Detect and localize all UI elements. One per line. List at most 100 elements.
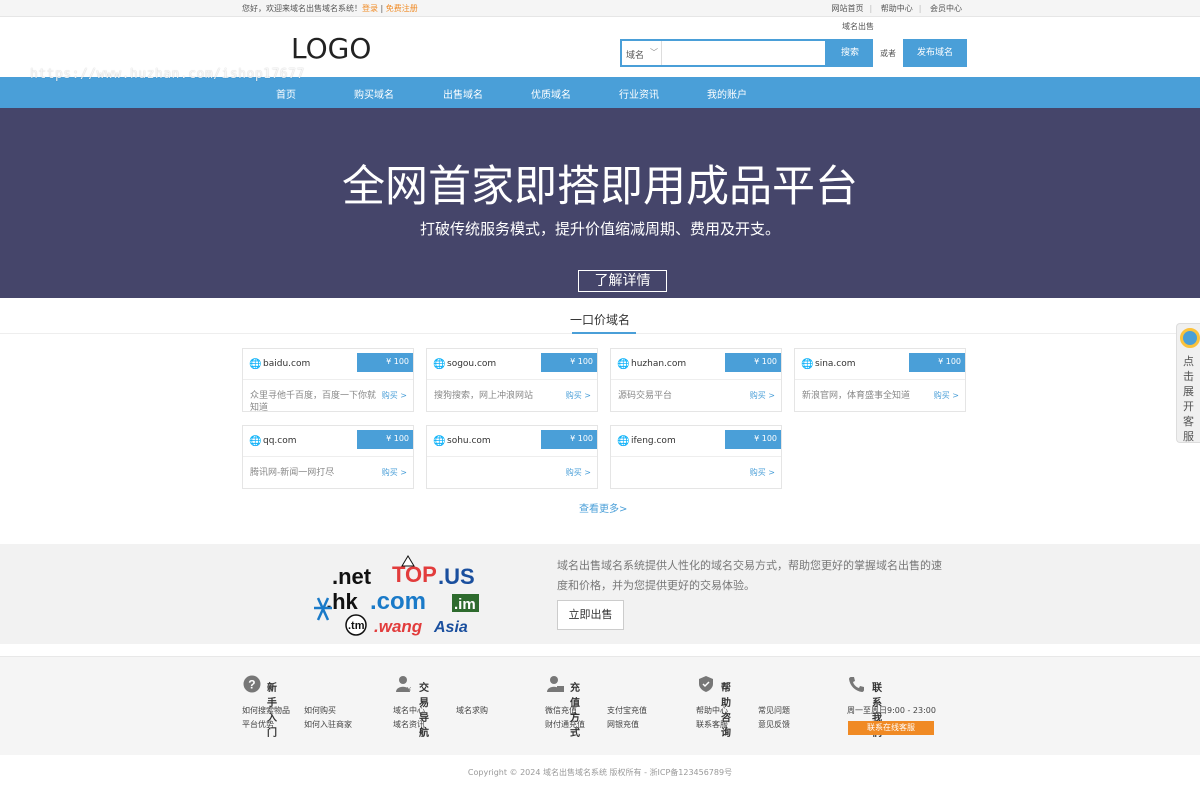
footer-link[interactable]: 域名资讯	[393, 719, 425, 730]
title-underline	[572, 332, 636, 334]
domain-card[interactable]: 🌐 ifeng.com ¥ 100 购买 >	[610, 425, 782, 489]
globe-icon: 🌐	[433, 359, 446, 370]
buy-link[interactable]: 购买 >	[566, 467, 591, 478]
footer: ? 新手入门 如何搜索物品 如何购买 平台优势 如何入驻商家 ¥ 交易导航 域名…	[0, 656, 1200, 755]
tld-asia: Asia	[433, 619, 468, 636]
business-hours: 周一至周日9:00 - 23:00	[847, 706, 936, 715]
footer-link[interactable]: 常见问题	[758, 705, 790, 716]
footer-link[interactable]: 意见反馈	[758, 719, 790, 730]
buy-link[interactable]: 购买 >	[382, 467, 407, 478]
domain-name[interactable]: huzhan.com	[631, 359, 686, 369]
nav-item-my-account[interactable]: 我的账户	[707, 86, 747, 101]
domain-card[interactable]: 🌐 huzhan.com ¥ 100 源码交易平台 购买 >	[610, 348, 782, 412]
domain-sale-tag[interactable]: 域名出售	[842, 21, 874, 32]
logo[interactable]: LOGO	[291, 32, 371, 65]
domain-name[interactable]: sina.com	[815, 359, 856, 369]
domain-desc: 腾讯网-新闻一网打尽	[250, 468, 335, 478]
copyright: Copyright © 2024 域名出售域名系统 版权所有 - 浙ICP备12…	[467, 768, 733, 777]
domain-name[interactable]: ifeng.com	[631, 436, 676, 446]
banner-subtitle: 打破传统服务模式，提升价值缩减周期、费用及开支。	[419, 220, 780, 238]
search-button[interactable]: 搜索	[827, 39, 873, 67]
globe-icon: 🌐	[617, 436, 630, 447]
tld-us: .US	[438, 564, 475, 589]
or-text: 或者	[880, 49, 896, 58]
header: LOGO 域名出售 域名 ﹀ 搜索 或者 发布域名 https://www.hu…	[0, 17, 1200, 82]
buy-link[interactable]: 购买 >	[750, 390, 775, 401]
member-center-link[interactable]: 会员中心	[930, 4, 962, 13]
domain-desc: 众里寻他千百度，百度一下你就知道	[250, 391, 377, 413]
footer-link[interactable]: 网银充值	[607, 719, 639, 730]
mountain-icon	[401, 555, 415, 567]
help-center-link[interactable]: 帮助中心	[881, 4, 913, 13]
footer-link[interactable]: 微信充值	[545, 705, 577, 716]
domain-name[interactable]: qq.com	[263, 436, 297, 446]
user-icon: ¥	[396, 676, 411, 693]
sell-now-button[interactable]: 立即出售	[557, 600, 624, 630]
domain-card[interactable]: 🌐 sohu.com ¥ 100 购买 >	[426, 425, 598, 489]
question-icon: ?	[243, 675, 261, 693]
domain-card[interactable]: 🌐 baidu.com ¥ 100 众里寻他千百度，百度一下你就知道 购买 >	[242, 348, 414, 413]
view-more-link[interactable]: 查看更多>	[579, 500, 627, 515]
domain-card[interactable]: 🌐 sina.com ¥ 100 新浪官网，体育盛事全知道 购买 >	[794, 348, 966, 412]
welcome-text: 您好，欢迎来域名出售域名系统！登录 | 免费注册	[242, 3, 418, 14]
domain-name[interactable]: baidu.com	[263, 359, 310, 369]
footer-link[interactable]: 如何入驻商家	[304, 719, 352, 730]
svg-text:?: ?	[248, 677, 255, 691]
nav-item-buy-domain[interactable]: 购买域名	[354, 86, 394, 101]
hero-banner: 全网首家即搭即用成品平台 打破传统服务模式，提升价值缩减周期、费用及开支。 了解…	[0, 108, 1200, 298]
buy-link[interactable]: 购买 >	[382, 390, 407, 401]
search-input[interactable]	[663, 41, 825, 65]
domain-card[interactable]: 🌐 sogou.com ¥ 100 搜狗搜索，网上冲浪网站 购买 >	[426, 348, 598, 412]
footer-link[interactable]: 域名求购	[456, 705, 488, 716]
price-badge: ¥ 100	[357, 353, 413, 372]
buy-link[interactable]: 购买 >	[934, 390, 959, 401]
top-bar: 您好，欢迎来域名出售域名系统！登录 | 免费注册 网站首页 | 帮助中心 | 会员中…	[0, 0, 1200, 17]
tld-hk: .hk	[326, 589, 359, 614]
footer-link[interactable]: 帮助中心	[696, 705, 728, 716]
separator: |	[378, 4, 386, 13]
chat-icon	[1180, 328, 1200, 348]
globe-icon: 🌐	[433, 436, 446, 447]
price-badge: ¥ 100	[725, 353, 781, 372]
nav-item-industry-news[interactable]: 行业资讯	[619, 86, 659, 101]
tld-tm: .tm	[348, 620, 365, 632]
promo-text: 域名出售域名系统提供人性化的域名交易方式，帮助您更好的掌握域名出售的速度和价格，…	[557, 559, 942, 592]
publish-domain-button[interactable]: 发布域名	[903, 39, 967, 67]
tld-com: .com	[370, 588, 426, 615]
domain-desc: 源码交易平台	[618, 391, 673, 401]
buy-link[interactable]: 购买 >	[750, 467, 775, 478]
domain-name[interactable]: sohu.com	[447, 436, 491, 446]
search-box: 域名 ﹀	[620, 39, 827, 67]
nav-item-sell-domain[interactable]: 出售域名	[443, 86, 483, 101]
banner-title: 全网首家即搭即用成品平台	[342, 162, 858, 212]
register-link[interactable]: 免费注册	[386, 4, 418, 13]
footer-link[interactable]: 如何搜索物品	[242, 705, 290, 716]
buy-link[interactable]: 购买 >	[566, 390, 591, 401]
footer-link[interactable]: 平台优势	[242, 719, 274, 730]
domain-card[interactable]: 🌐 qq.com ¥ 100 腾讯网-新闻一网打尽 购买 >	[242, 425, 414, 489]
service-label: 点击展开客服	[1183, 355, 1194, 443]
learn-more-button[interactable]: 了解详情	[578, 270, 667, 292]
tld-illustration: .net TOP .US .hk .com .im .tm .wang Asia	[314, 555, 479, 636]
svg-text:¥: ¥	[407, 687, 411, 693]
domain-name[interactable]: sogou.com	[447, 359, 496, 369]
online-support-button[interactable]: 联系在线客服	[848, 721, 934, 735]
welcome-message: 您好，欢迎来域名出售域名系统！	[242, 4, 362, 13]
price-badge: ¥ 100	[541, 353, 597, 372]
footer-link[interactable]: 域名中心	[393, 705, 425, 716]
footer-link[interactable]: 如何购买	[304, 705, 336, 716]
footer-link[interactable]: 支付宝充值	[607, 705, 647, 716]
footer-link[interactable]: 财付通充值	[545, 719, 585, 730]
home-link[interactable]: 网站首页	[832, 4, 864, 13]
search-type-select[interactable]: 域名 ﹀	[622, 41, 662, 65]
tld-wang: .wang	[374, 617, 423, 636]
user-pay-icon	[547, 676, 564, 692]
nav-item-home[interactable]: 首页	[276, 86, 296, 101]
globe-icon: 🌐	[617, 359, 630, 370]
nav-item-premium-domain[interactable]: 优质域名	[531, 86, 571, 101]
footer-link[interactable]: 联系客服	[696, 719, 728, 730]
customer-service-tab[interactable]: 点击展开客服	[1176, 323, 1200, 443]
globe-icon: 🌐	[801, 359, 814, 370]
price-badge: ¥ 100	[725, 430, 781, 449]
login-link[interactable]: 登录	[362, 4, 378, 13]
